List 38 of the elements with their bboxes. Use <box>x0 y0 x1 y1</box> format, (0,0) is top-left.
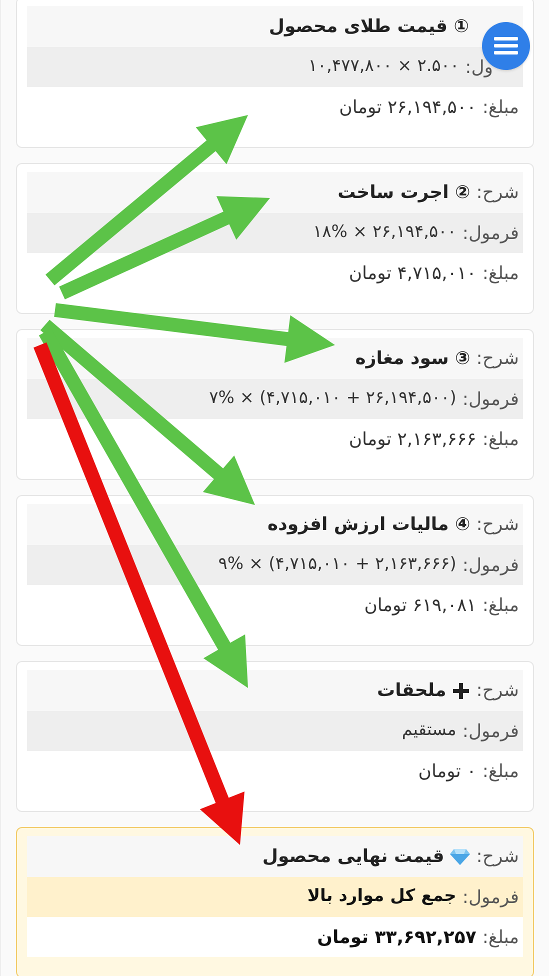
description-text: قیمت نهایی محصول <box>262 845 444 869</box>
formula-text: مستقیم <box>402 719 456 742</box>
diamond-icon <box>450 848 470 866</box>
formula-label: فرمول: <box>462 222 519 246</box>
amount-label: مبلغ: <box>482 262 519 286</box>
amount-label: مبلغ: <box>482 428 519 452</box>
formula-text: ۲۶,۱۹۴,۵۰۰ × ۱۸% <box>313 221 456 244</box>
formula-text: جمع کل موارد بالا <box>307 885 456 908</box>
amount-text: ۴,۷۱۵,۰۱۰ تومان <box>348 262 476 286</box>
amount-label: مبلغ: <box>482 926 519 950</box>
description-label: شرح: <box>476 347 519 371</box>
description-text: ① قیمت طلای محصول <box>268 15 469 39</box>
plus-icon <box>452 682 470 700</box>
description-label: شرح: <box>476 845 519 869</box>
amount-text: ۶۱۹,۰۸۱ تومان <box>364 594 476 618</box>
formula-label: فرمول: <box>462 554 519 578</box>
amount-label: مبلغ: <box>482 96 519 120</box>
amount-text: ۲۶,۱۹۴,۵۰۰ تومان <box>339 96 476 120</box>
description-text: ③ سود مغازه <box>355 347 470 371</box>
formula-label: فرمول: <box>462 720 519 744</box>
description-text: ② اجرت ساخت <box>338 181 470 205</box>
amount-text: ۰ تومان <box>418 760 476 784</box>
formula-label: فرمول: <box>462 886 519 910</box>
description-label: شرح: <box>476 679 519 703</box>
description-text: ملحقات <box>377 679 446 703</box>
formula-label: فرمول: <box>462 388 519 412</box>
amount-text: ۳۳,۶۹۲,۲۵۷ تومان <box>317 926 476 950</box>
menu-icon <box>494 37 518 55</box>
amount-text: ۲,۱۶۳,۶۶۶ تومان <box>348 428 476 452</box>
formula-text: (۲۶,۱۹۴,۵۰۰ + ۴,۷۱۵,۰۱۰) × ۷% <box>209 387 456 410</box>
description-label: شرح: <box>476 181 519 205</box>
amount-label: مبلغ: <box>482 760 519 784</box>
formula-text: ۲.۵۰۰ × ۱۰,۴۷۷,۸۰۰ <box>308 55 460 78</box>
description-text: ④ مالیات ارزش افزوده <box>267 513 470 537</box>
amount-label: مبلغ: <box>482 594 519 618</box>
formula-text: (۲,۱۶۳,۶۶۶ + ۴,۷۱۵,۰۱۰) × ۹% <box>218 553 456 576</box>
description-label: شرح: <box>476 513 519 537</box>
formula-label: ول: <box>465 56 493 80</box>
